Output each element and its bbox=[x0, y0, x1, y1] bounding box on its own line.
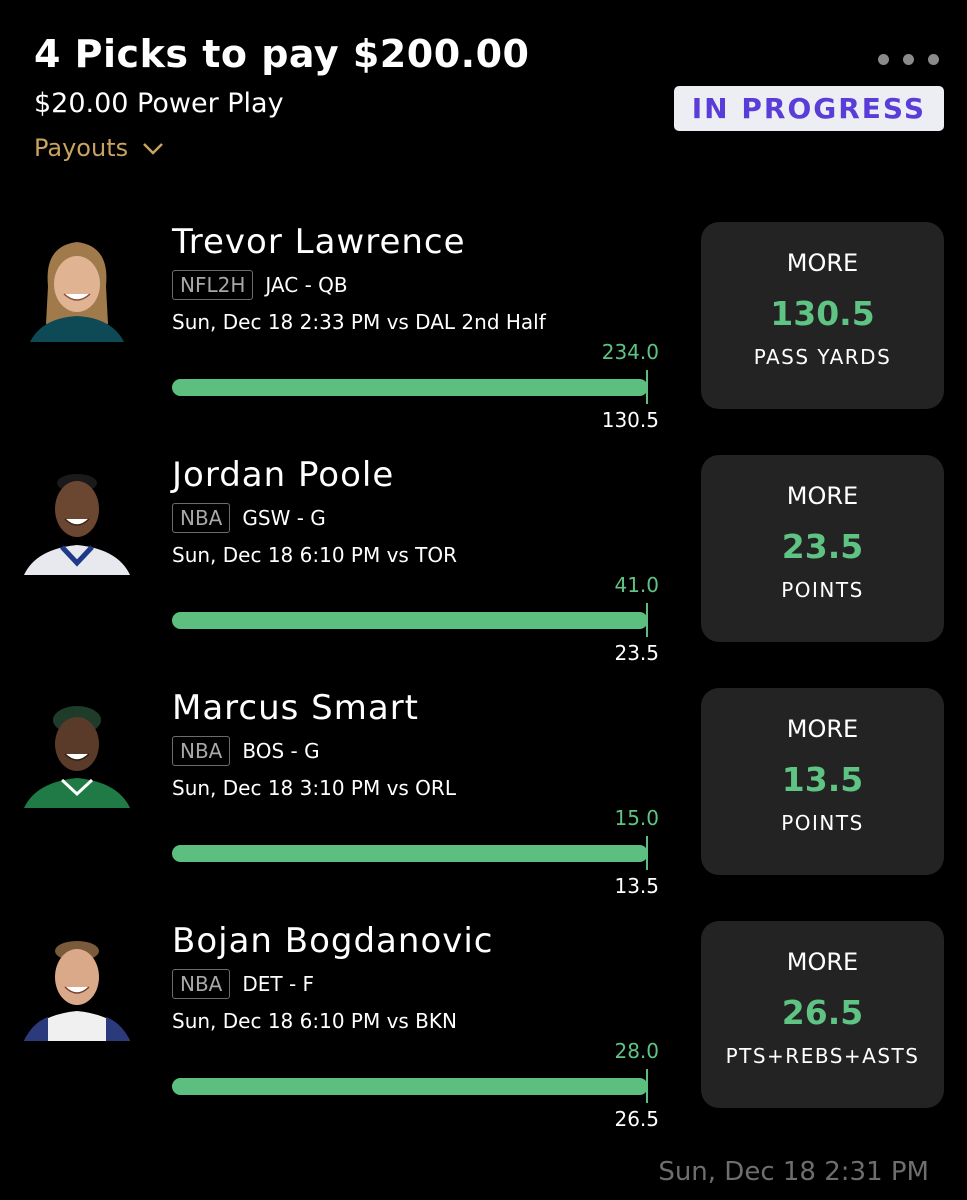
status-badge: IN PROGRESS bbox=[673, 86, 944, 131]
stat-type: PASS YARDS bbox=[753, 345, 892, 369]
player-meta: NBA BOS - G bbox=[172, 736, 320, 766]
progress-bar bbox=[172, 379, 648, 396]
player-name: Jordan Poole bbox=[172, 455, 395, 495]
pick-row: Bojan Bogdanovic NBA DET - F Sun, Dec 18… bbox=[0, 921, 967, 1154]
player-name: Bojan Bogdanovic bbox=[172, 921, 494, 961]
player-name: Marcus Smart bbox=[172, 688, 420, 728]
game-info: Sun, Dec 18 2:33 PM vs DAL 2nd Half bbox=[172, 310, 546, 334]
chevron-down-icon bbox=[143, 143, 164, 155]
current-value: 28.0 bbox=[614, 1039, 659, 1063]
player-headshot bbox=[24, 706, 130, 808]
league-badge: NBA bbox=[172, 736, 231, 766]
projection-card[interactable]: MORE 26.5 PTS+REBS+ASTS bbox=[701, 921, 944, 1108]
player-headshot bbox=[24, 941, 130, 1041]
league-badge: NBA bbox=[172, 503, 231, 533]
line-marker bbox=[646, 836, 648, 870]
stat-type: POINTS bbox=[781, 811, 864, 835]
team-position: GSW - G bbox=[242, 506, 326, 530]
page-title: 4 Picks to pay $200.00 bbox=[34, 32, 530, 76]
projection-line: 23.5 bbox=[781, 527, 864, 566]
current-value: 15.0 bbox=[614, 806, 659, 830]
progress-bar bbox=[172, 1078, 648, 1095]
line-value: 130.5 bbox=[601, 408, 659, 432]
projection-card[interactable]: MORE 130.5 PASS YARDS bbox=[701, 222, 944, 409]
projection-line: 130.5 bbox=[770, 294, 875, 333]
stat-type: PTS+REBS+ASTS bbox=[725, 1044, 920, 1068]
pick-direction: MORE bbox=[786, 482, 859, 510]
line-marker bbox=[646, 1069, 648, 1103]
team-position: DET - F bbox=[242, 972, 315, 996]
line-marker bbox=[646, 370, 648, 404]
projection-card[interactable]: MORE 23.5 POINTS bbox=[701, 455, 944, 642]
line-marker bbox=[646, 603, 648, 637]
player-name: Trevor Lawrence bbox=[172, 222, 466, 262]
game-info: Sun, Dec 18 3:10 PM vs ORL bbox=[172, 776, 456, 800]
more-options-icon[interactable] bbox=[874, 50, 943, 69]
player-meta: NFL2H JAC - QB bbox=[172, 270, 348, 300]
line-value: 26.5 bbox=[614, 1107, 659, 1131]
league-badge: NBA bbox=[172, 969, 231, 999]
projection-line: 26.5 bbox=[781, 993, 864, 1032]
pick-direction: MORE bbox=[786, 249, 859, 277]
player-headshot bbox=[30, 242, 124, 342]
progress-bar bbox=[172, 612, 648, 629]
game-info: Sun, Dec 18 6:10 PM vs TOR bbox=[172, 543, 458, 567]
payouts-toggle[interactable]: Payouts bbox=[34, 134, 184, 162]
player-meta: NBA GSW - G bbox=[172, 503, 326, 533]
pick-direction: MORE bbox=[786, 715, 859, 743]
projection-card[interactable]: MORE 13.5 POINTS bbox=[701, 688, 944, 875]
entry-timestamp: Sun, Dec 18 2:31 PM bbox=[658, 1157, 929, 1187]
pick-direction: MORE bbox=[786, 948, 859, 976]
game-info: Sun, Dec 18 6:10 PM vs BKN bbox=[172, 1009, 457, 1033]
pick-row: Jordan Poole NBA GSW - G Sun, Dec 18 6:1… bbox=[0, 455, 967, 688]
line-value: 23.5 bbox=[614, 641, 659, 665]
team-position: BOS - G bbox=[242, 739, 320, 763]
pick-row: Trevor Lawrence NFL2H JAC - QB Sun, Dec … bbox=[0, 222, 967, 455]
player-headshot bbox=[24, 474, 130, 575]
player-meta: NBA DET - F bbox=[172, 969, 314, 999]
progress-bar bbox=[172, 845, 648, 862]
current-value: 234.0 bbox=[601, 340, 659, 364]
payouts-label: Payouts bbox=[34, 134, 129, 162]
line-value: 13.5 bbox=[614, 874, 659, 898]
pick-row: Marcus Smart NBA BOS - G Sun, Dec 18 3:1… bbox=[0, 688, 967, 921]
stat-type: POINTS bbox=[781, 578, 864, 602]
league-badge: NFL2H bbox=[172, 270, 254, 300]
projection-line: 13.5 bbox=[781, 760, 864, 799]
team-position: JAC - QB bbox=[265, 273, 348, 297]
current-value: 41.0 bbox=[614, 573, 659, 597]
